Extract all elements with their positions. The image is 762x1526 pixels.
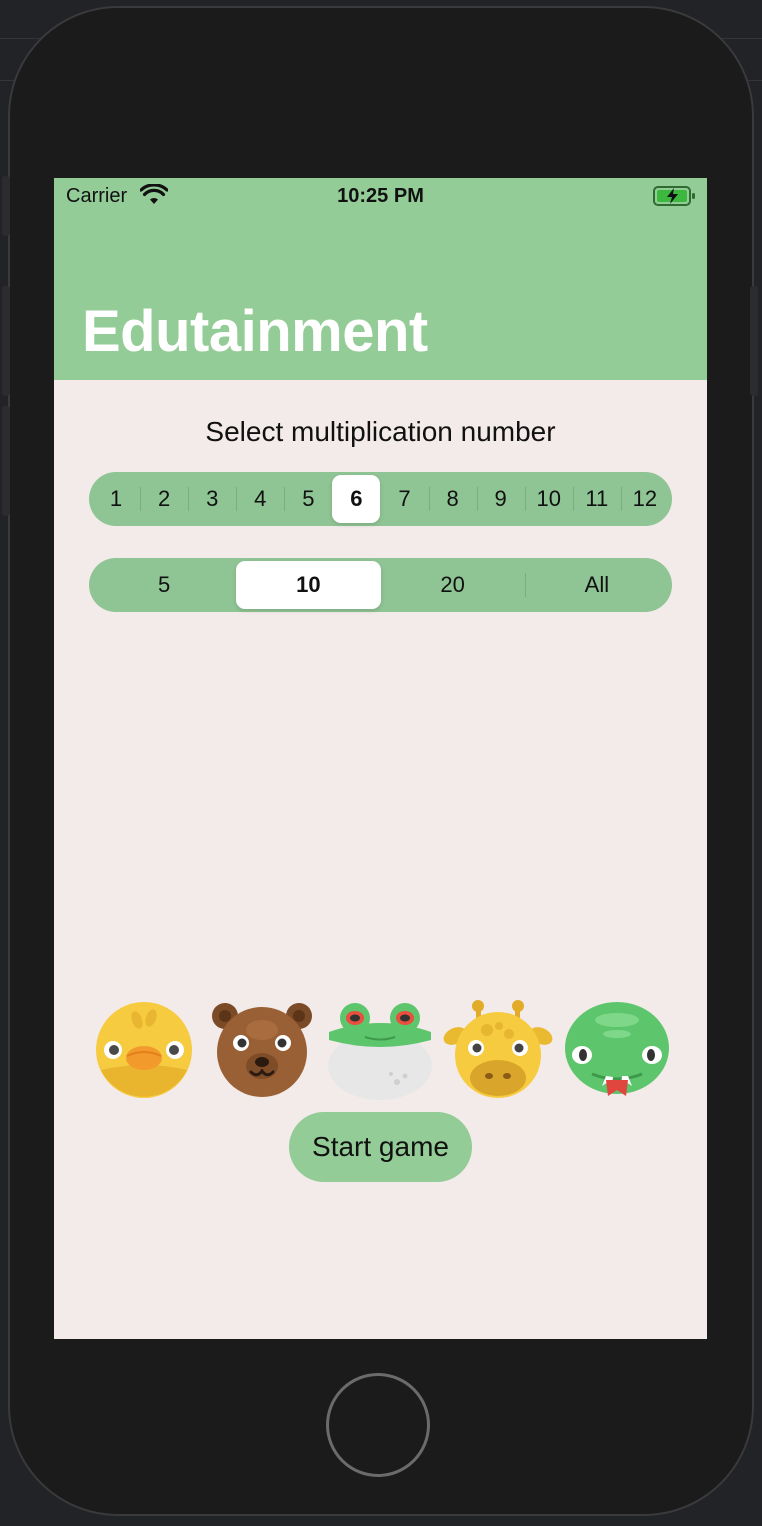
power-button	[750, 286, 758, 396]
question-count-option-20[interactable]: 20	[381, 561, 525, 609]
home-button[interactable]	[326, 1373, 430, 1477]
animal-row	[89, 1000, 672, 1100]
multiplier-option-3[interactable]: 3	[188, 475, 236, 523]
status-time: 10:25 PM	[337, 185, 424, 207]
multiplier-option-7[interactable]: 7	[380, 475, 428, 523]
multiplier-option-9[interactable]: 9	[476, 475, 525, 523]
app-screen: Carrier 10:25 PM Edutainment Select mult…	[54, 178, 707, 1339]
mute-switch	[2, 176, 10, 236]
question-count-picker: 5 10 20 All	[89, 558, 672, 612]
volume-up-button	[2, 286, 10, 396]
multiplier-option-6[interactable]: 6	[332, 475, 381, 523]
multiplier-option-1[interactable]: 1	[92, 475, 140, 523]
crocodile-icon	[565, 1002, 669, 1096]
start-game-button[interactable]: Start game	[289, 1112, 472, 1182]
battery-charging-icon	[653, 186, 695, 206]
status-bar: Carrier 10:25 PM	[54, 178, 707, 214]
frog-icon	[328, 1003, 432, 1100]
multiplier-option-12[interactable]: 12	[620, 475, 669, 523]
question-count-option-all[interactable]: All	[524, 561, 669, 609]
multiplier-option-5[interactable]: 5	[284, 475, 332, 523]
multiplier-option-8[interactable]: 8	[428, 475, 477, 523]
question-count-option-5[interactable]: 5	[92, 561, 236, 609]
navigation-bar: Carrier 10:25 PM Edutainment	[54, 178, 707, 380]
multiplier-option-11[interactable]: 11	[572, 475, 621, 523]
duck-icon	[96, 1002, 192, 1098]
volume-down-button	[2, 406, 10, 516]
multiplication-number-picker: 1 2 3 4 5 6 7 8 9 10 11 12	[89, 472, 672, 526]
multiplier-option-10[interactable]: 10	[524, 475, 573, 523]
bear-icon	[212, 1003, 312, 1097]
multiplier-option-2[interactable]: 2	[140, 475, 188, 523]
page-title: Edutainment	[82, 299, 428, 364]
question-count-option-10[interactable]: 10	[236, 561, 381, 609]
multiplication-prompt: Select multiplication number	[205, 416, 556, 447]
multiplier-option-4[interactable]: 4	[236, 475, 284, 523]
giraffe-icon	[443, 1000, 553, 1098]
